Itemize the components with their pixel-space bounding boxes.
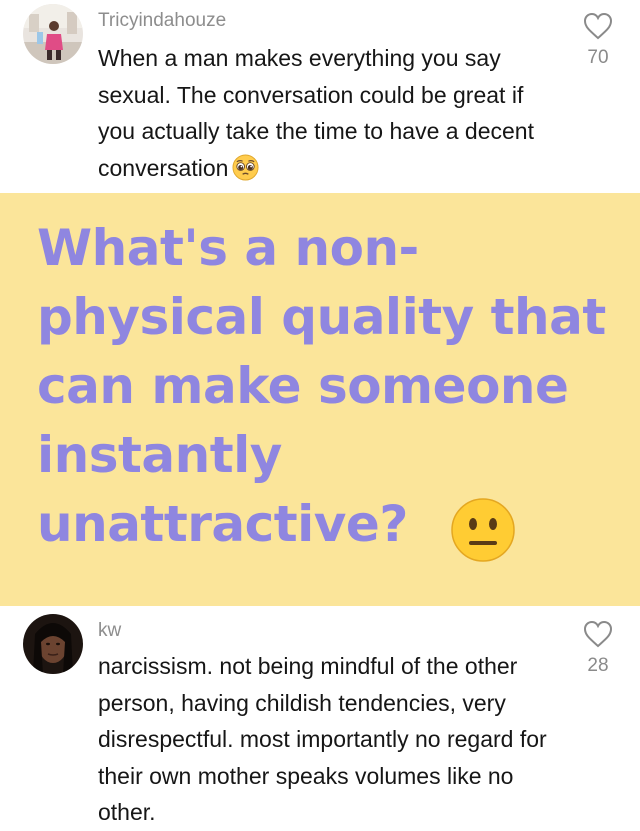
comment-text: narcissism. not being mindful of the oth… [98,653,547,825]
comment-item: kw narcissism. not being mindful of the … [0,0,640,828]
like-count: 28 [587,655,609,676]
like-button[interactable]: 28 [578,620,618,677]
avatar[interactable] [23,614,83,674]
user-avatar-icon [23,614,83,674]
username[interactable]: kw [98,620,121,642]
heart-icon [583,620,613,648]
